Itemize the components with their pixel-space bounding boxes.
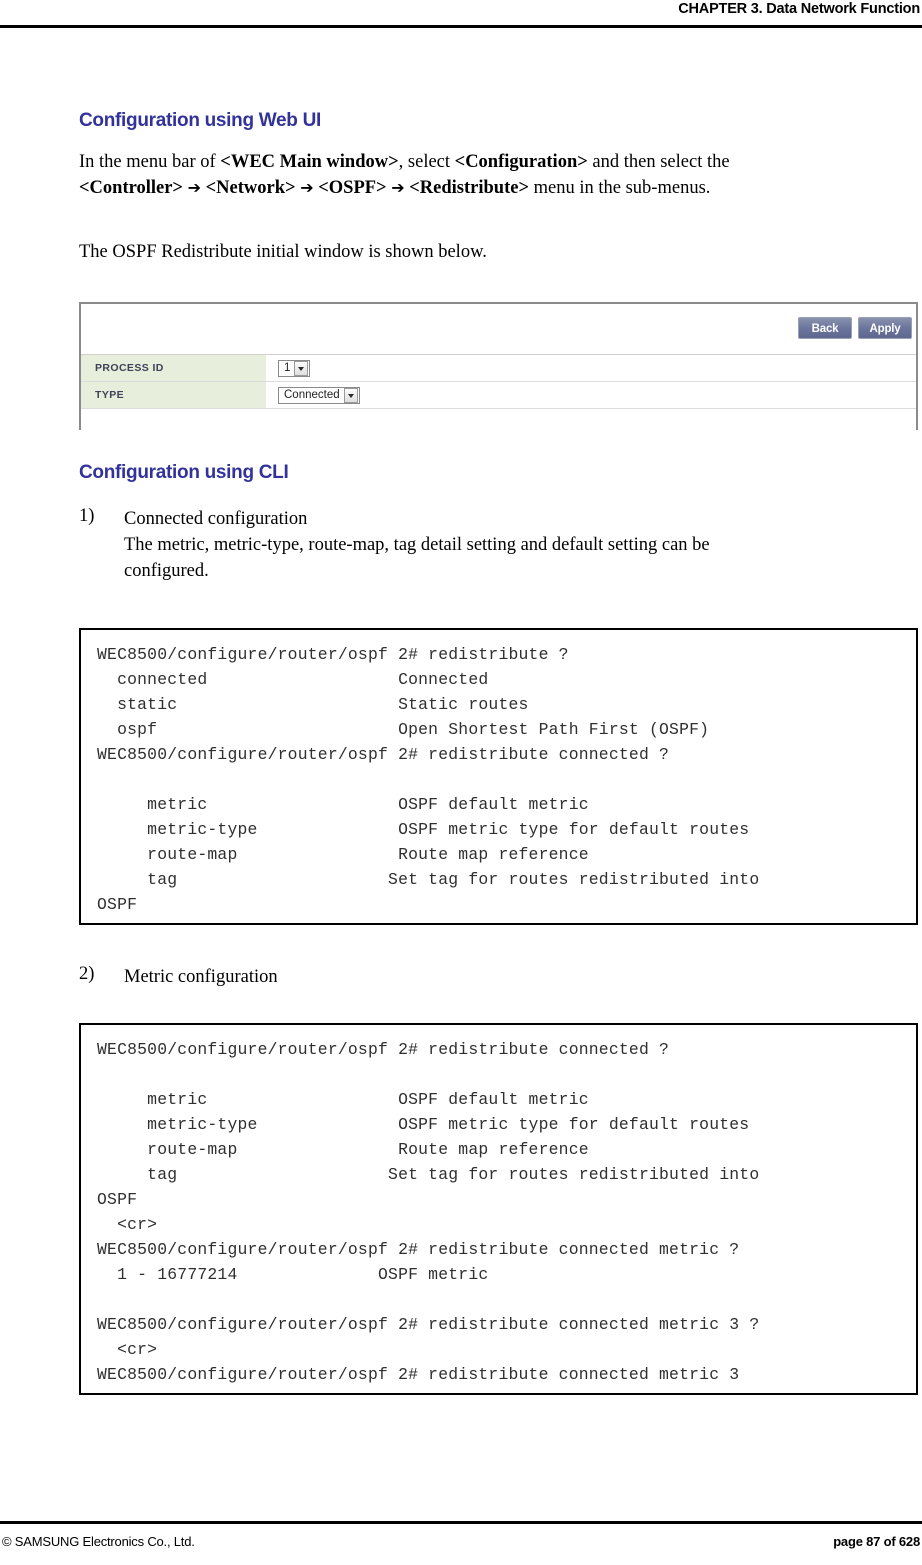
list-item-1-desc-line2: configured. (124, 561, 209, 581)
type-value: Connected (284, 388, 340, 401)
ospf-redistribute-panel: Back Apply PROCESS ID 1 TYPE Connected (79, 302, 918, 431)
footer-copyright: © SAMSUNG Electronics Co., Ltd. (2, 1534, 195, 1549)
back-button[interactable]: Back (798, 317, 852, 339)
section-heading-webui: Configuration using Web UI (79, 110, 321, 131)
chevron-down-icon[interactable] (343, 387, 358, 403)
webui-para-text-4: menu in the sub-menus. (529, 178, 711, 198)
cli-output-metric-configuration: WEC8500/configure/router/ospf 2# redistr… (79, 1023, 918, 1395)
chevron-down-icon[interactable] (294, 360, 309, 376)
panel-toolbar: Back Apply (81, 304, 916, 355)
arrow-icon-3: ➔ (391, 178, 405, 197)
list-item-1-title: Connected configuration (124, 509, 308, 529)
webui-para-bold-ospf: <OSPF> (318, 178, 387, 198)
footer-divider (0, 1521, 922, 1524)
process-id-label: PROCESS ID (81, 355, 266, 381)
arrow-icon-1: ➔ (187, 178, 202, 197)
footer-page-number: page 87 of 628 (833, 1534, 920, 1549)
webui-para-bold-controller: <Controller> (79, 178, 183, 198)
process-id-field: 1 (266, 355, 916, 381)
list-number-1: 1) (79, 506, 95, 526)
apply-button[interactable]: Apply (858, 317, 912, 339)
form-row-process-id: PROCESS ID 1 (81, 355, 916, 382)
type-field: Connected (266, 382, 916, 408)
form-row-type: TYPE Connected (81, 382, 916, 409)
list-item-1-desc-line1: The metric, metric-type, route-map, tag … (124, 535, 710, 555)
chapter-title: CHAPTER 3. Data Network Function (678, 1, 920, 17)
process-id-value: 1 (284, 361, 291, 374)
webui-para-bold-network: <Network> (205, 178, 296, 198)
section-heading-cli: Configuration using CLI (79, 462, 289, 483)
panel-footer-spacer (81, 409, 916, 431)
process-id-select[interactable]: 1 (278, 359, 311, 377)
webui-para-text-2: , select (398, 152, 455, 172)
list-item-connected-configuration: Connected configuration The metric, metr… (124, 506, 914, 584)
list-item-2-title: Metric configuration (124, 967, 278, 987)
type-label: TYPE (81, 382, 266, 408)
list-number-2: 2) (79, 964, 95, 984)
webui-para-text-3: and then select the (587, 152, 730, 172)
webui-para-bold-configuration: <Configuration> (454, 152, 588, 172)
type-select[interactable]: Connected (278, 386, 360, 404)
arrow-icon-2: ➔ (300, 178, 314, 197)
webui-instruction-paragraph: In the menu bar of <WEC Main window>, se… (79, 150, 909, 201)
cli-output-connected-configuration: WEC8500/configure/router/ospf 2# redistr… (79, 628, 918, 925)
page-header: CHAPTER 3. Data Network Function (0, 0, 922, 26)
webui-para-bold-redistribute: <Redistribute> (409, 178, 530, 198)
list-item-metric-configuration: Metric configuration (124, 964, 914, 990)
webui-window-note: The OSPF Redistribute initial window is … (79, 242, 487, 262)
header-divider (0, 25, 922, 28)
webui-para-bold-main-window: <WEC Main window> (220, 152, 399, 172)
webui-para-text-1: In the menu bar of (79, 152, 221, 172)
